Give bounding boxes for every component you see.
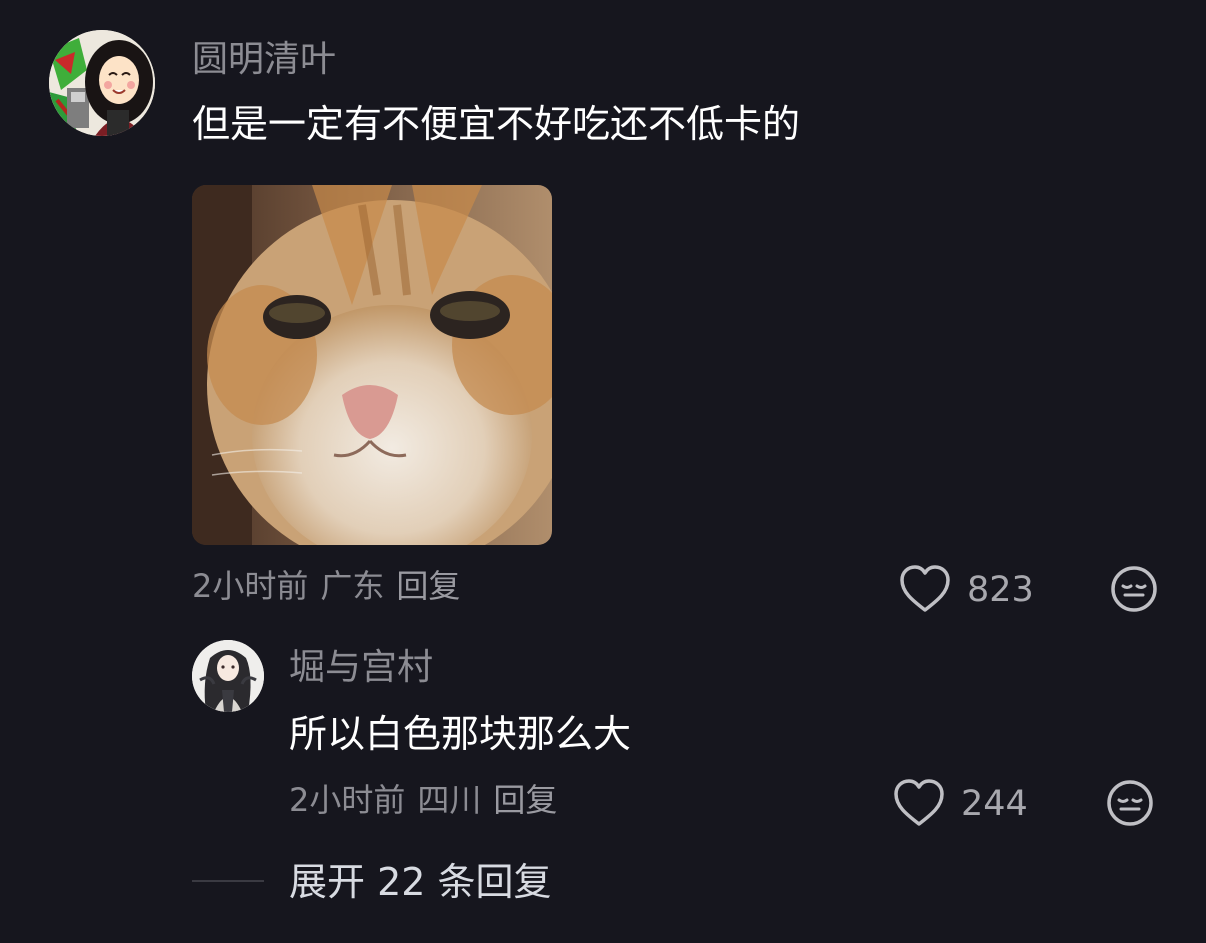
comment-text: 但是一定有不便宜不好吃还不低卡的 (192, 102, 801, 146)
comment-image[interactable] (192, 185, 552, 545)
reply-like-count: 244 (961, 784, 1028, 824)
reply-like-button[interactable] (892, 778, 946, 830)
comment-reply-button[interactable]: 回复 (396, 567, 460, 605)
commenter-avatar-image (49, 30, 155, 136)
expand-replies-button[interactable]: 展开 22 条回复 (289, 860, 552, 904)
replier-avatar-image (192, 640, 264, 712)
reply-time: 2小时前 (289, 781, 406, 819)
commenter-avatar[interactable] (49, 30, 155, 136)
comment-meta: 2小时前 广东 回复 (192, 568, 472, 604)
reply-meta: 2小时前 四川 回复 (289, 782, 569, 818)
meh-face-icon (1111, 566, 1157, 612)
expand-divider (192, 880, 264, 882)
commenter-username[interactable]: 圆明清叶 (192, 40, 336, 80)
meh-face-icon (1107, 780, 1153, 826)
comment-dislike-button[interactable] (1109, 564, 1159, 614)
heart-outline-icon (894, 779, 944, 826)
replier-username[interactable]: 堀与宫村 (289, 648, 433, 688)
reply-dislike-button[interactable] (1105, 778, 1155, 828)
comment-like-button[interactable] (898, 564, 952, 616)
reply-text: 所以白色那块那么大 (289, 712, 632, 756)
comment-like-count: 823 (967, 570, 1034, 610)
heart-outline-icon (900, 565, 950, 612)
comment-time: 2小时前 (192, 567, 309, 605)
cat-photo (192, 185, 552, 545)
reply-location: 四川 (417, 781, 482, 819)
comment-location: 广东 (320, 567, 385, 605)
replier-avatar[interactable] (192, 640, 264, 712)
reply-reply-button[interactable]: 回复 (493, 781, 557, 819)
